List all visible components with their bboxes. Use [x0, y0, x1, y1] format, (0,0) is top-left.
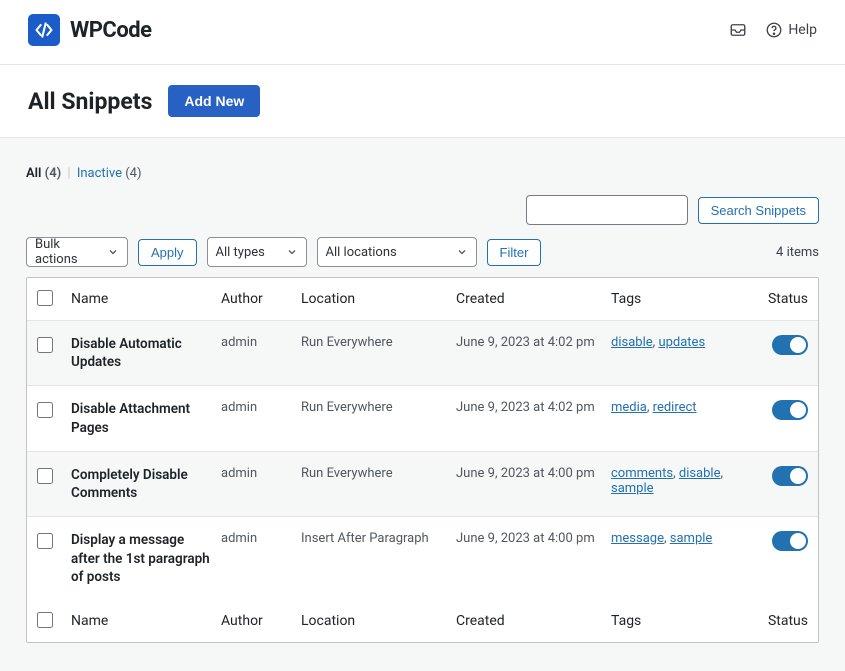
table-row: Completely Disable Comments adminRun Ever…	[27, 452, 818, 517]
snippet-name[interactable]: Disable Attachment Pages	[71, 401, 190, 435]
tag-link[interactable]: message	[611, 531, 664, 546]
col-created[interactable]: Created	[456, 291, 611, 307]
filter-button[interactable]: Filter	[487, 239, 542, 266]
col-status: Status	[748, 613, 808, 629]
table-footer: Name Author Location Created Tags Status	[27, 600, 818, 642]
table-row: Display a message after the 1st paragrap…	[27, 517, 818, 600]
select-all-checkbox-footer[interactable]	[37, 612, 53, 628]
view-filters: All (4) | Inactive (4)	[26, 166, 819, 181]
view-inactive[interactable]: Inactive (4)	[77, 166, 142, 181]
search-input[interactable]	[526, 195, 688, 225]
col-status: Status	[748, 291, 808, 307]
select-all-checkbox[interactable]	[37, 290, 53, 306]
row-checkbox[interactable]	[37, 337, 53, 353]
tag-link[interactable]: comments	[611, 466, 673, 481]
status-toggle[interactable]	[772, 335, 808, 355]
col-author: Author	[221, 291, 301, 307]
col-location: Location	[301, 613, 456, 629]
apply-button[interactable]: Apply	[138, 239, 197, 266]
search-row: Search Snippets	[26, 195, 819, 225]
inbox-icon[interactable]	[729, 21, 747, 39]
table-row: Disable Automatic Updates adminRun Everyw…	[27, 321, 818, 386]
chevron-down-icon	[107, 246, 119, 258]
snippet-name[interactable]: Display a message after the 1st paragrap…	[71, 532, 210, 584]
filter-row-left: Bulk actions Apply All types All locatio…	[26, 237, 541, 267]
help-label: Help	[788, 22, 817, 38]
col-created[interactable]: Created	[456, 613, 611, 629]
view-all[interactable]: All (4)	[26, 166, 64, 181]
all-types-select[interactable]: All types	[207, 237, 307, 267]
snippet-name[interactable]: Disable Automatic Updates	[71, 336, 182, 370]
separator: |	[67, 166, 70, 181]
snippet-location: Run Everywhere	[301, 335, 456, 350]
snippet-name[interactable]: Completely Disable Comments	[71, 467, 188, 501]
snippet-tags: disable, updates	[611, 335, 748, 350]
status-toggle[interactable]	[772, 400, 808, 420]
snippet-tags: media, redirect	[611, 400, 748, 415]
snippet-location: Run Everywhere	[301, 400, 456, 415]
add-new-button[interactable]: Add New	[168, 85, 260, 117]
snippet-author: admin	[221, 466, 301, 481]
status-toggle[interactable]	[772, 531, 808, 551]
table-header: Name Author Location Created Tags Status	[27, 278, 818, 321]
tag-link[interactable]: disable	[679, 466, 721, 481]
page-title: All Snippets	[28, 88, 152, 115]
col-name[interactable]: Name	[71, 291, 221, 307]
snippet-created: June 9, 2023 at 4:00 pm	[456, 531, 611, 546]
row-checkbox[interactable]	[37, 402, 53, 418]
row-checkbox[interactable]	[37, 533, 53, 549]
tag-link[interactable]: media	[611, 400, 647, 415]
snippet-location: Insert After Paragraph	[301, 531, 456, 546]
col-location: Location	[301, 291, 456, 307]
snippet-created: June 9, 2023 at 4:02 pm	[456, 335, 611, 350]
row-checkbox[interactable]	[37, 468, 53, 484]
help-icon	[765, 21, 783, 39]
table-row: Disable Attachment Pages adminRun Everywh…	[27, 386, 818, 451]
snippet-tags: comments, disable, sample	[611, 466, 748, 496]
tag-link[interactable]: sample	[611, 481, 654, 496]
topbar: WPCode Help	[0, 0, 845, 65]
snippet-created: June 9, 2023 at 4:02 pm	[456, 400, 611, 415]
status-toggle[interactable]	[772, 466, 808, 486]
snippet-author: admin	[221, 400, 301, 415]
brand-name: WPCode	[70, 18, 152, 43]
help-link[interactable]: Help	[765, 21, 817, 39]
search-snippets-button[interactable]: Search Snippets	[698, 197, 819, 224]
topbar-right: Help	[729, 21, 817, 39]
page-header: All Snippets Add New	[0, 65, 845, 138]
brand: WPCode	[28, 14, 152, 46]
tag-link[interactable]: disable	[611, 335, 653, 350]
tag-link[interactable]: redirect	[653, 400, 697, 415]
items-count: 4 items	[776, 245, 819, 260]
chevron-down-icon	[456, 246, 468, 258]
col-tags: Tags	[611, 613, 748, 629]
chevron-down-icon	[286, 246, 298, 258]
snippet-created: June 9, 2023 at 4:00 pm	[456, 466, 611, 481]
tag-link[interactable]: sample	[670, 531, 713, 546]
col-tags: Tags	[611, 291, 748, 307]
snippet-tags: message, sample	[611, 531, 748, 546]
all-locations-select[interactable]: All locations	[317, 237, 477, 267]
snippets-table: Name Author Location Created Tags Status…	[26, 277, 819, 643]
bulk-actions-select[interactable]: Bulk actions	[26, 237, 128, 267]
snippet-author: admin	[221, 335, 301, 350]
snippet-author: admin	[221, 531, 301, 546]
wpcode-logo-icon	[28, 14, 60, 46]
tag-link[interactable]: updates	[658, 335, 705, 350]
col-author: Author	[221, 613, 301, 629]
col-name[interactable]: Name	[71, 613, 221, 629]
filter-row: Bulk actions Apply All types All locatio…	[26, 237, 819, 267]
snippet-location: Run Everywhere	[301, 466, 456, 481]
content: All (4) | Inactive (4) Search Snippets B…	[0, 138, 845, 671]
